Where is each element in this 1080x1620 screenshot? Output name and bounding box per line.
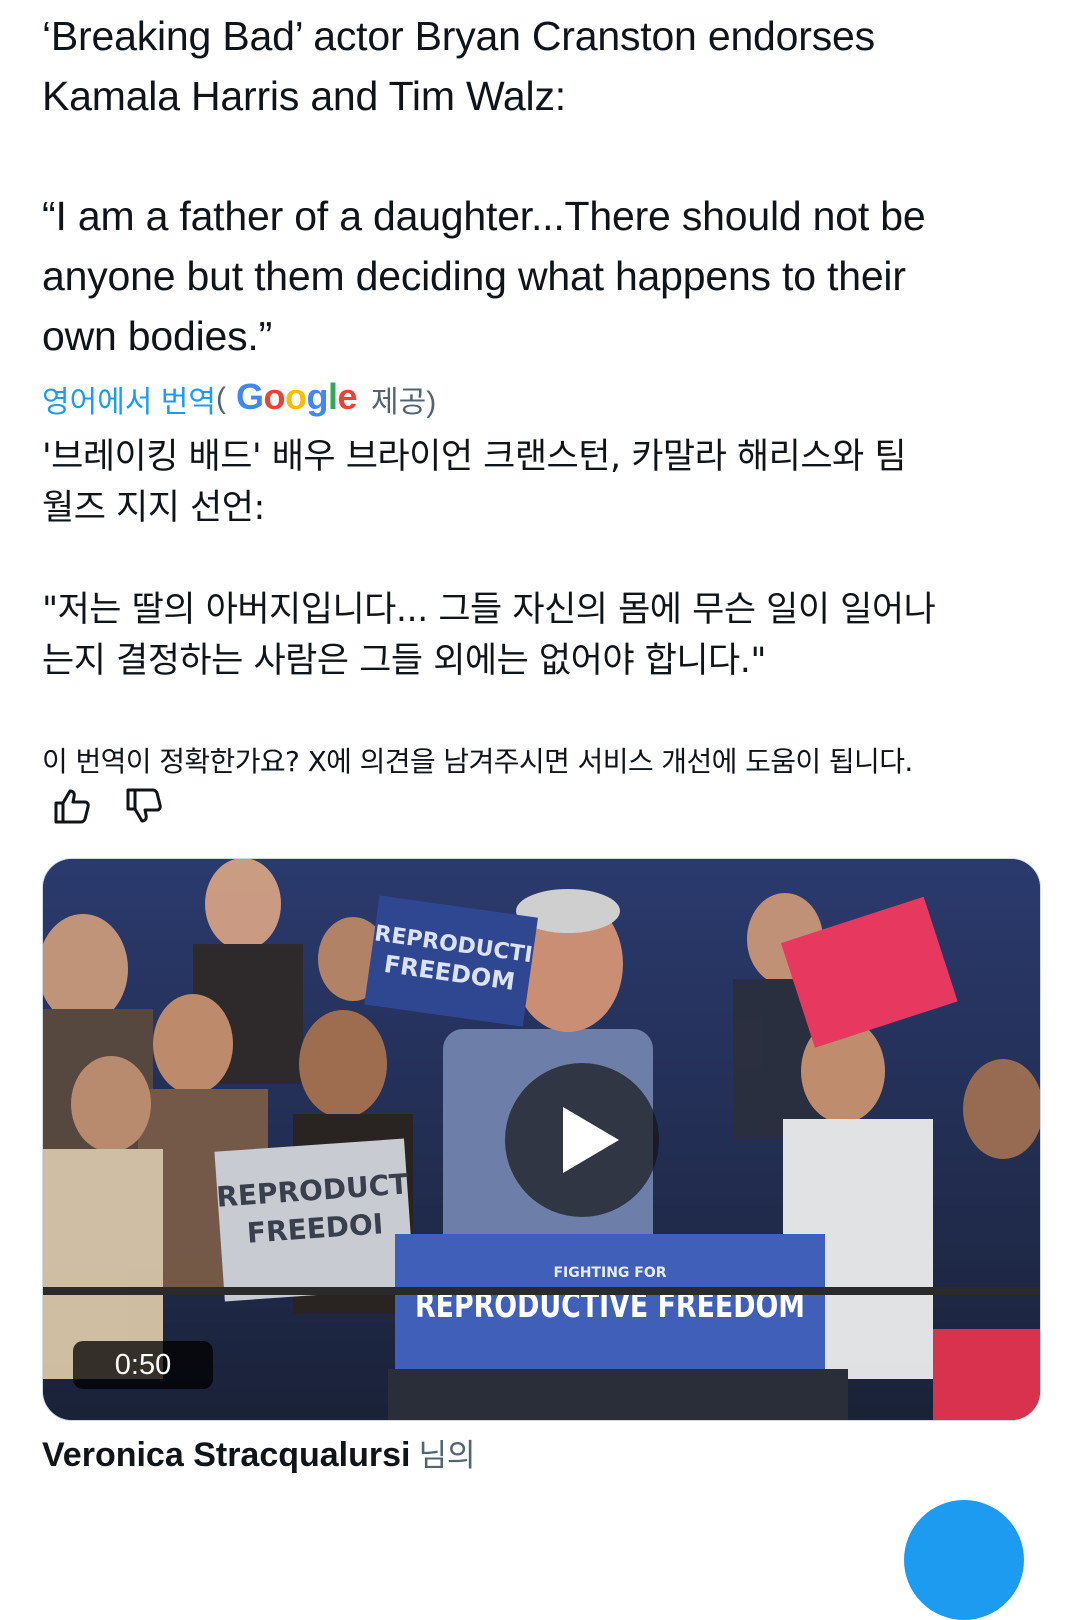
provided-label: 제공): [371, 386, 437, 419]
translated-from-link[interactable]: 영어에서 번역: [42, 377, 216, 421]
video-attribution: Veronica Stracqualursi 님의: [42, 1432, 476, 1479]
post-text-line: “I am a father of a daughter...There sho…: [42, 193, 926, 239]
post-text-line: own bodies.”: [42, 313, 273, 359]
translated-text-line: '브레이킹 배드' 배우 브라이언 크랜스턴, 카말라 해리스와 팀: [42, 437, 907, 477]
post-text-line: anyone but them deciding what happens to…: [42, 253, 906, 299]
translated-text: '브레이킹 배드' 배우 브라이언 크랜스턴, 카말라 해리스와 팀 월즈 지지…: [42, 432, 1052, 687]
video-duration: 0:50: [73, 1341, 213, 1389]
thumbs-down-icon[interactable]: [124, 786, 164, 826]
attribution-name[interactable]: Veronica Stracqualursi: [42, 1436, 411, 1474]
post-text: ‘Breaking Bad’ actor Bryan Cranston endo…: [42, 6, 1042, 366]
post-text-line: ‘Breaking Bad’ actor Bryan Cranston endo…: [42, 13, 875, 59]
attribution-suffix: 님의: [418, 1438, 476, 1474]
translated-by: 영어에서 번역 ( Google 제공): [42, 374, 436, 424]
thumbs-up-icon[interactable]: [52, 786, 92, 826]
google-logo: Google: [235, 376, 358, 417]
translated-text-line: "저는 딸의 아버지입니다... 그들 자신의 몸에 무슨 일이 일어나: [42, 590, 936, 630]
post-text-line: Kamala Harris and Tim Walz:: [42, 73, 566, 119]
play-icon: [563, 1107, 619, 1173]
open-paren: (: [215, 382, 226, 415]
translated-text-line: 월즈 지지 선언:: [42, 488, 265, 528]
podium-small-text: FIGHTING FOR: [553, 1265, 666, 1281]
translated-text-line: 는지 결정하는 사람은 그들 외에는 없어야 합니다.": [42, 641, 766, 681]
translation-feedback-question: 이 번역이 정확한가요? X에 의견을 남겨주시면 서비스 개선에 도움이 됩니…: [42, 745, 913, 778]
video-player[interactable]: REPRODUCTI FREEDOM REPRODUCT FREEDOI FIG…: [42, 858, 1041, 1421]
compose-button[interactable]: [904, 1500, 1024, 1620]
play-button[interactable]: [505, 1063, 659, 1217]
